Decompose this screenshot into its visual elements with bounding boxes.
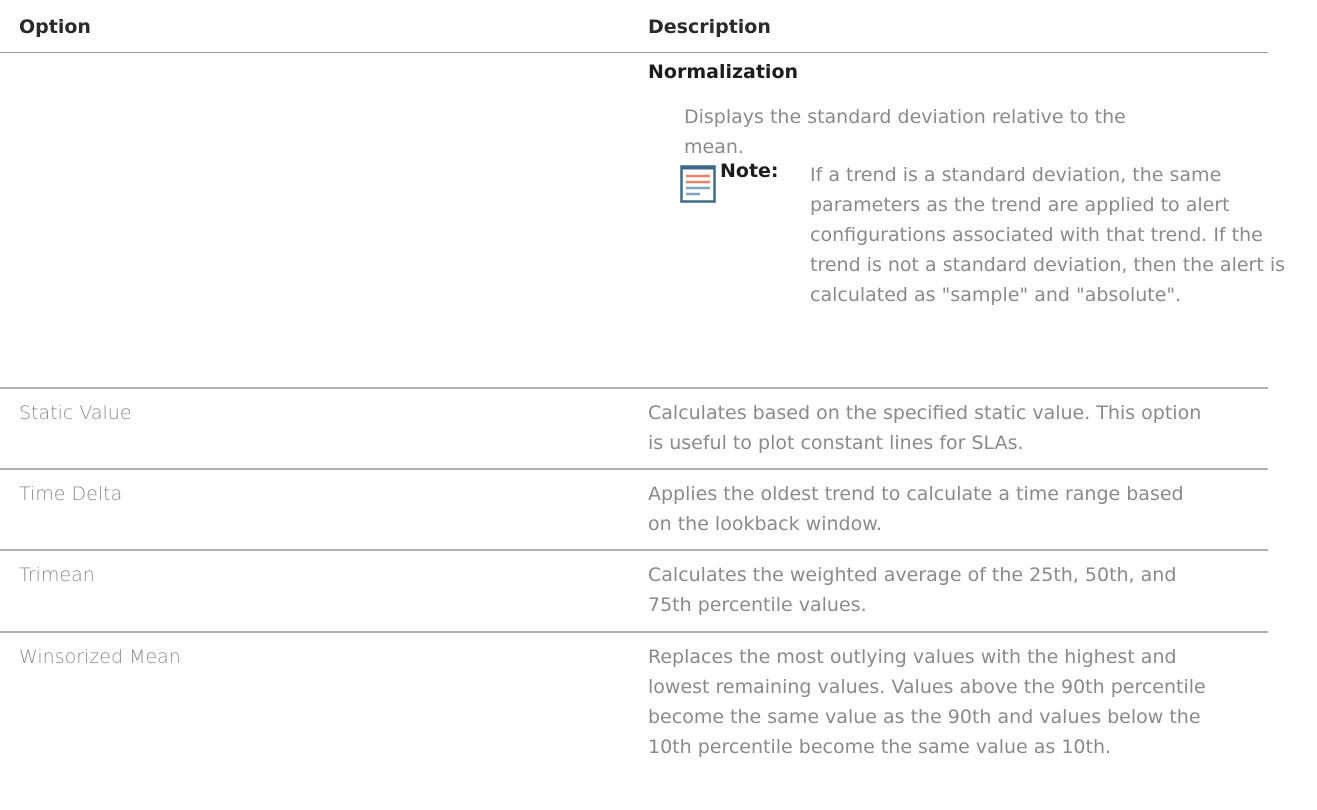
note-document-icon bbox=[680, 165, 716, 203]
description-column-header: Description bbox=[648, 16, 771, 38]
normalization-description: Displays the standard deviation relative… bbox=[684, 106, 1126, 158]
table-row: Time Delta Applies the oldest trend to c… bbox=[0, 470, 1268, 551]
description-cell: Applies the oldest trend to calculate a … bbox=[648, 483, 1184, 535]
table-header-row: Option Description bbox=[0, 0, 1268, 53]
normalization-title: Normalization bbox=[648, 61, 799, 83]
options-table: Option Description Normalization Display… bbox=[0, 0, 1285, 793]
option-cell: Winsorized Mean bbox=[19, 646, 181, 668]
table-row: Trimean Calculates the weighted average … bbox=[0, 551, 1268, 633]
note-text: If a trend is a standard deviation, the … bbox=[810, 164, 1286, 306]
option-cell: Trimean bbox=[19, 564, 95, 586]
table-row: Static Value Calculates based on the spe… bbox=[0, 389, 1268, 470]
table-row: Winsorized Mean Replaces the most outlyi… bbox=[0, 633, 1268, 793]
description-cell: Calculates the weighted average of the 2… bbox=[648, 564, 1177, 616]
note-label: Note: bbox=[720, 160, 779, 182]
option-column-header: Option bbox=[19, 16, 91, 38]
description-cell: Replaces the most outlying values with t… bbox=[648, 646, 1206, 758]
option-cell: Time Delta bbox=[19, 483, 123, 505]
description-cell: Calculates based on the specified static… bbox=[648, 402, 1202, 454]
table-row: Normalization Displays the standard devi… bbox=[0, 53, 1285, 389]
option-cell: Static Value bbox=[19, 402, 132, 424]
